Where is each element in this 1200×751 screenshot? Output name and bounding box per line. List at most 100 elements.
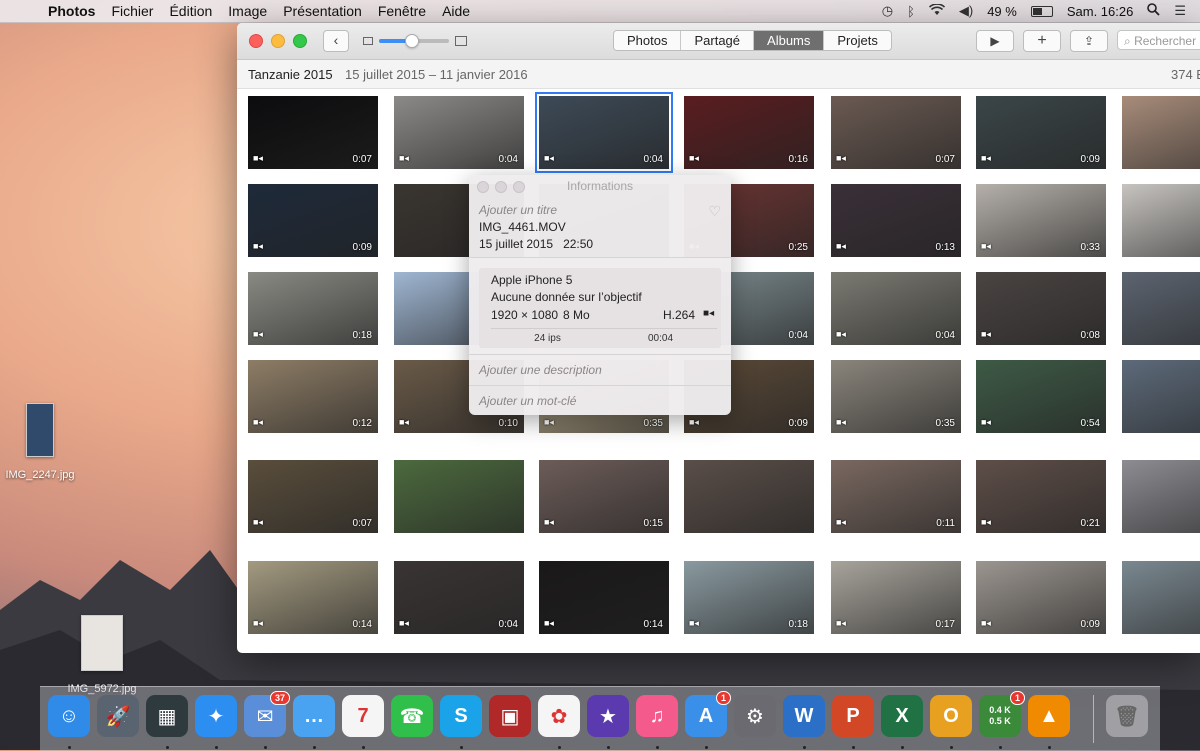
- photo-thumbnail[interactable]: ■◂ 0:14: [539, 561, 669, 634]
- photo-thumbnail[interactable]: [1122, 272, 1200, 345]
- dock-app-vlc[interactable]: ▲: [1028, 695, 1070, 737]
- photo-thumbnail[interactable]: [684, 460, 814, 533]
- photo-thumbnail[interactable]: ■◂ 0:14: [248, 561, 378, 634]
- spotlight-icon[interactable]: [1147, 3, 1160, 19]
- dock-app-messages[interactable]: …: [293, 695, 335, 737]
- photo-thumbnail[interactable]: ■◂ 0:08: [976, 272, 1106, 345]
- dock-app-skype[interactable]: S: [440, 695, 482, 737]
- add-keyword-field[interactable]: Ajouter un mot-clé: [469, 385, 731, 416]
- dock-app-network-monitor[interactable]: 0.4 K 0.5 K1: [979, 691, 1025, 737]
- photo-thumbnail[interactable]: [1122, 460, 1200, 533]
- photo-thumbnail[interactable]: ■◂ 0:12: [248, 360, 378, 433]
- photo-thumbnail[interactable]: [1122, 561, 1200, 634]
- photo-thumbnail[interactable]: ■◂ 0:16: [684, 96, 814, 169]
- dock-app-powerpoint[interactable]: P: [832, 695, 874, 737]
- video-camera-icon: ■◂: [253, 417, 263, 427]
- desktop-file-img-5972[interactable]: IMG_5972.jpg: [62, 615, 142, 695]
- photo-thumbnail[interactable]: ■◂ 0:35: [831, 360, 961, 433]
- photo-thumbnail[interactable]: [1122, 96, 1200, 169]
- minimize-button[interactable]: [271, 34, 285, 48]
- menu-app-name[interactable]: Photos: [48, 3, 95, 19]
- dock-app-itunes[interactable]: ♫: [636, 695, 678, 737]
- photo-thumbnail[interactable]: ■◂ 0:09: [976, 561, 1106, 634]
- notification-center-icon[interactable]: ☰: [1174, 3, 1186, 19]
- photo-thumbnail[interactable]: ■◂ 0:33: [976, 184, 1106, 257]
- vlc-icon: ▲: [1039, 704, 1059, 727]
- bluetooth-icon[interactable]: ᛒ: [907, 4, 915, 19]
- photo-thumbnail[interactable]: ■◂ 0:21: [976, 460, 1106, 533]
- zoom-slider[interactable]: [379, 34, 449, 48]
- dock-app-photo-booth[interactable]: ▣: [489, 695, 531, 737]
- photo-thumbnail[interactable]: ■◂ 0:04: [831, 272, 961, 345]
- dock-app-calendar[interactable]: 7: [342, 695, 384, 737]
- dock-app-mission-control[interactable]: ▦: [146, 695, 188, 737]
- photo-thumbnail[interactable]: ■◂ 0:17: [831, 561, 961, 634]
- dock-app-outlook[interactable]: O: [930, 695, 972, 737]
- tab-albums[interactable]: Albums: [754, 31, 825, 50]
- time-machine-icon[interactable]: ◷: [882, 3, 893, 19]
- video-camera-icon: ■◂: [399, 417, 409, 427]
- photo-thumbnail[interactable]: ■◂ 0:04: [394, 561, 524, 634]
- dock-app-launchpad[interactable]: 🚀: [97, 695, 139, 737]
- photo-thumbnail[interactable]: ■◂ 0:15: [539, 460, 669, 533]
- info-codec: H.264: [663, 308, 696, 322]
- volume-icon[interactable]: ◀): [959, 3, 973, 19]
- finder-icon: ☺: [58, 704, 80, 727]
- tab-partage[interactable]: Partagé: [681, 31, 755, 50]
- photo-thumbnail[interactable]: ■◂ 0:13: [831, 184, 961, 257]
- photo-thumbnail[interactable]: ■◂ 0:04: [394, 96, 524, 169]
- dock-trash[interactable]: 🗑: [1106, 695, 1148, 737]
- tab-photos[interactable]: Photos: [614, 31, 682, 50]
- dock-app-mail[interactable]: ✉ 37: [244, 691, 290, 737]
- video-duration: 0:35: [643, 418, 663, 429]
- dock-app-safari[interactable]: ✦: [195, 695, 237, 737]
- photo-thumbnail[interactable]: ■◂ 0:07: [248, 460, 378, 533]
- menu-item-fichier[interactable]: Fichier: [111, 3, 153, 19]
- desktop-file-img-2247[interactable]: IMG_2247.jpg: [0, 403, 80, 481]
- photo-thumbnail[interactable]: ■◂ 0:09: [976, 96, 1106, 169]
- photo-thumbnail[interactable]: [1122, 184, 1200, 257]
- photo-thumbnail[interactable]: ■◂ 0:18: [248, 272, 378, 345]
- dock-app-facetime[interactable]: ☎: [391, 695, 433, 737]
- photo-thumbnail[interactable]: [394, 460, 524, 533]
- dock-app-word[interactable]: W: [783, 695, 825, 737]
- heart-icon[interactable]: ♡: [708, 203, 721, 220]
- photo-thumbnail[interactable]: ■◂ 0:09: [248, 184, 378, 257]
- menu-item-edition[interactable]: Édition: [169, 3, 212, 19]
- back-button[interactable]: ‹: [323, 30, 349, 52]
- share-icon: ⇪: [1083, 34, 1095, 48]
- fullscreen-button[interactable]: [293, 34, 307, 48]
- add-button[interactable]: +: [1023, 30, 1061, 52]
- add-description-field[interactable]: Ajouter une description: [469, 354, 731, 385]
- tab-projets[interactable]: Projets: [824, 31, 891, 50]
- dock-app-app-store[interactable]: A1: [685, 691, 731, 737]
- photo-thumbnail[interactable]: ■◂ 0:07: [831, 96, 961, 169]
- dock-app-system-preferences[interactable]: ⚙: [734, 695, 776, 737]
- dock-app-excel[interactable]: X: [881, 695, 923, 737]
- video-camera-icon: ■◂: [836, 153, 846, 163]
- slideshow-button[interactable]: ▶: [976, 30, 1014, 52]
- photo-thumbnail[interactable]: ■◂ 0:54: [976, 360, 1106, 433]
- menu-clock[interactable]: Sam. 16:26: [1067, 4, 1134, 19]
- dock-app-finder[interactable]: ☺: [48, 695, 90, 737]
- zoom-slider-knob[interactable]: [404, 34, 419, 48]
- share-button[interactable]: ⇪: [1070, 30, 1108, 52]
- photo-thumbnail[interactable]: ■◂ 0:18: [684, 561, 814, 634]
- photo-thumbnail[interactable]: ■◂ 0:11: [831, 460, 961, 533]
- close-button[interactable]: [249, 34, 263, 48]
- battery-icon[interactable]: [1030, 5, 1053, 17]
- menu-item-image[interactable]: Image: [228, 3, 267, 19]
- dock-app-photos[interactable]: ✿: [538, 695, 580, 737]
- running-indicator: [656, 746, 659, 749]
- wifi-icon[interactable]: [928, 2, 945, 19]
- photo-thumbnail[interactable]: [1122, 360, 1200, 433]
- photo-thumbnail[interactable]: ■◂ 0:07: [248, 96, 378, 169]
- photo-thumbnail[interactable]: ■◂ 0:04: [535, 92, 673, 173]
- add-title-field[interactable]: Ajouter un titre: [479, 203, 721, 217]
- menu-item-aide[interactable]: Aide: [442, 3, 470, 19]
- search-field[interactable]: ⌕ Rechercher: [1117, 30, 1200, 50]
- menu-item-presentation[interactable]: Présentation: [283, 3, 362, 19]
- network-rate: 0.4 K: [989, 705, 1011, 715]
- menu-item-fenetre[interactable]: Fenêtre: [378, 3, 426, 19]
- dock-app-imovie[interactable]: ★: [587, 695, 629, 737]
